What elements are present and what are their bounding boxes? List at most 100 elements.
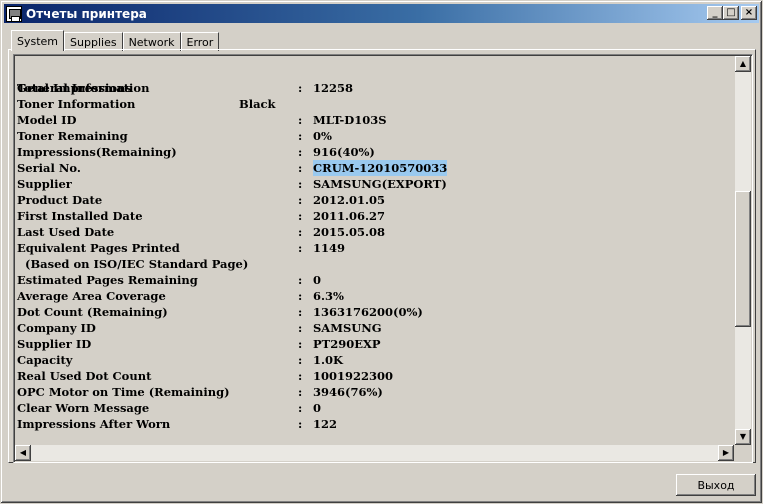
report-row-separator: : xyxy=(298,289,303,303)
report-row-value: SAMSUNG(EXPORT) xyxy=(313,177,447,191)
report-row-value: MLT-D103S xyxy=(313,113,387,127)
maximize-button[interactable]: □ xyxy=(723,6,739,20)
report-row: Real Used Dot Count:1001922300 xyxy=(17,368,732,384)
report-row: Toner Information Black xyxy=(17,96,732,112)
report-row-label: Company ID xyxy=(17,321,96,335)
report-row-label: Toner Information xyxy=(17,97,136,111)
report-row-label: Last Used Date xyxy=(17,225,115,239)
window-controls: _ □ × xyxy=(707,6,757,20)
report-row-separator: : xyxy=(298,321,303,335)
report-row-value: 2012.01.05 xyxy=(313,193,386,207)
report-row-label: Model ID xyxy=(17,113,77,127)
report-row-separator: : xyxy=(298,273,303,287)
vertical-scrollbar[interactable]: ▲ ▼ xyxy=(735,56,751,445)
minimize-button[interactable]: _ xyxy=(707,6,723,20)
report-row-separator: : xyxy=(298,337,303,351)
report-row-value: 1149 xyxy=(313,241,346,255)
report-row-label: Impressions(Remaining) xyxy=(17,145,177,159)
report-row-separator: : xyxy=(298,145,303,159)
report-row-value: 12258 xyxy=(313,81,354,95)
report-row-value: 0 xyxy=(313,401,322,415)
report-row-value: 1363176200(0%) xyxy=(313,305,423,319)
report-row: Estimated Pages Remaining:0 xyxy=(17,272,732,288)
printer-reports-window: Отчеты принтера _ □ × System Supplies Ne… xyxy=(0,0,763,504)
scroll-up-arrow-icon[interactable]: ▲ xyxy=(735,56,751,72)
report-row: Average Area Coverage:6.3% xyxy=(17,288,732,304)
report-row: Supplier: SAMSUNG(EXPORT) xyxy=(17,176,732,192)
report-row-label: Toner Remaining xyxy=(17,129,128,143)
report-row-extra: Black xyxy=(239,97,276,111)
title-bar[interactable]: Отчеты принтера _ □ × xyxy=(4,4,759,23)
report-row: Company ID: SAMSUNG xyxy=(17,320,732,336)
report-row-label: Equivalent Pages Printed xyxy=(17,241,180,255)
report-row-separator: : xyxy=(298,385,303,399)
scrollbar-corner xyxy=(735,445,751,461)
report-content: General Information Total Impressions:12… xyxy=(17,64,732,432)
scroll-right-arrow-icon[interactable]: ▶ xyxy=(718,445,734,461)
report-row: Toner Remaining:0% xyxy=(17,128,732,144)
report-row-value: 1001922300 xyxy=(313,369,394,383)
report-row-separator: : xyxy=(298,81,303,95)
report-row-label: Estimated Pages Remaining xyxy=(17,273,198,287)
report-row: Equivalent Pages Printed:1149 xyxy=(17,240,732,256)
report-row-value: 916(40%) xyxy=(313,145,375,159)
report-row-value: SAMSUNG xyxy=(313,321,382,335)
report-row-separator: : xyxy=(298,177,303,191)
report-row-label: Total Impressions xyxy=(17,81,132,95)
report-row-separator: : xyxy=(298,241,303,255)
report-row-value: PT290EXP xyxy=(313,337,381,351)
report-row: Serial No.: CRUM-12010570033 xyxy=(17,160,732,176)
report-row: Product Date:2012.01.05 xyxy=(17,192,732,208)
report-row: Impressions(Remaining):916(40%) xyxy=(17,144,732,160)
report-row-separator: : xyxy=(298,417,303,431)
report-row: Impressions After Worn:122 xyxy=(17,416,732,432)
report-row-separator: : xyxy=(298,193,303,207)
report-row-value: 3946(76%) xyxy=(313,385,383,399)
report-row-separator: : xyxy=(298,225,303,239)
report-row: First Installed Date:2011.06.27 xyxy=(17,208,732,224)
report-row-value: 2015.05.08 xyxy=(313,225,386,239)
selected-value: CRUM-12010570033 xyxy=(313,160,448,176)
report-row: Dot Count (Remaining):1363176200(0%) xyxy=(17,304,732,320)
report-row: Last Used Date:2015.05.08 xyxy=(17,224,732,240)
report-row-separator: : xyxy=(298,369,303,383)
report-text-area[interactable]: General Information Total Impressions:12… xyxy=(13,54,753,463)
report-row-separator: : xyxy=(298,401,303,415)
report-row-separator: : xyxy=(298,161,303,175)
report-row-value: 0 xyxy=(313,273,322,287)
report-row-separator: : xyxy=(298,353,303,367)
report-row-label: (Based on ISO/IEC Standard Page) xyxy=(17,257,249,271)
report-row-label: Real Used Dot Count xyxy=(17,369,152,383)
report-row-label: Capacity xyxy=(17,353,73,367)
tab-system[interactable]: System xyxy=(11,30,65,51)
report-row-label: Impressions After Worn xyxy=(17,417,171,431)
report-row: Total Impressions:12258 xyxy=(17,80,732,96)
report-row-label: OPC Motor on Time (Remaining) xyxy=(17,385,230,399)
report-row: OPC Motor on Time (Remaining):3946(76%) xyxy=(17,384,732,400)
report-row-label: Dot Count (Remaining) xyxy=(17,305,168,319)
report-row: Model ID: MLT-D103S xyxy=(17,112,732,128)
report-header: General Information xyxy=(17,64,732,95)
report-row: (Based on ISO/IEC Standard Page) xyxy=(17,256,732,272)
close-button[interactable]: × xyxy=(741,6,757,20)
report-row-label: Clear Worn Message xyxy=(17,401,150,415)
report-row-value: 0% xyxy=(313,129,332,143)
horizontal-scrollbar[interactable]: ◀ ▶ xyxy=(15,445,734,461)
report-row-separator: : xyxy=(298,209,303,223)
report-row-value: 1.0K xyxy=(313,353,344,367)
scroll-left-arrow-icon[interactable]: ◀ xyxy=(15,445,31,461)
report-row: Supplier ID: PT290EXP xyxy=(17,336,732,352)
report-row-label: Product Date xyxy=(17,193,103,207)
report-row-label: Serial No. xyxy=(17,161,81,175)
report-row-separator: : xyxy=(298,129,303,143)
scroll-down-arrow-icon[interactable]: ▼ xyxy=(735,429,751,445)
tab-strip: System Supplies Network Error xyxy=(11,30,220,51)
report-row: Clear Worn Message:0 xyxy=(17,400,732,416)
report-row-label: Supplier ID xyxy=(17,337,92,351)
report-row-value: 6.3% xyxy=(313,289,344,303)
report-row: Capacity:1.0K xyxy=(17,352,732,368)
vertical-scroll-thumb[interactable] xyxy=(735,191,751,327)
exit-button[interactable]: Выход xyxy=(676,474,756,496)
printer-icon xyxy=(6,5,22,22)
report-row-value: 122 xyxy=(313,417,338,431)
